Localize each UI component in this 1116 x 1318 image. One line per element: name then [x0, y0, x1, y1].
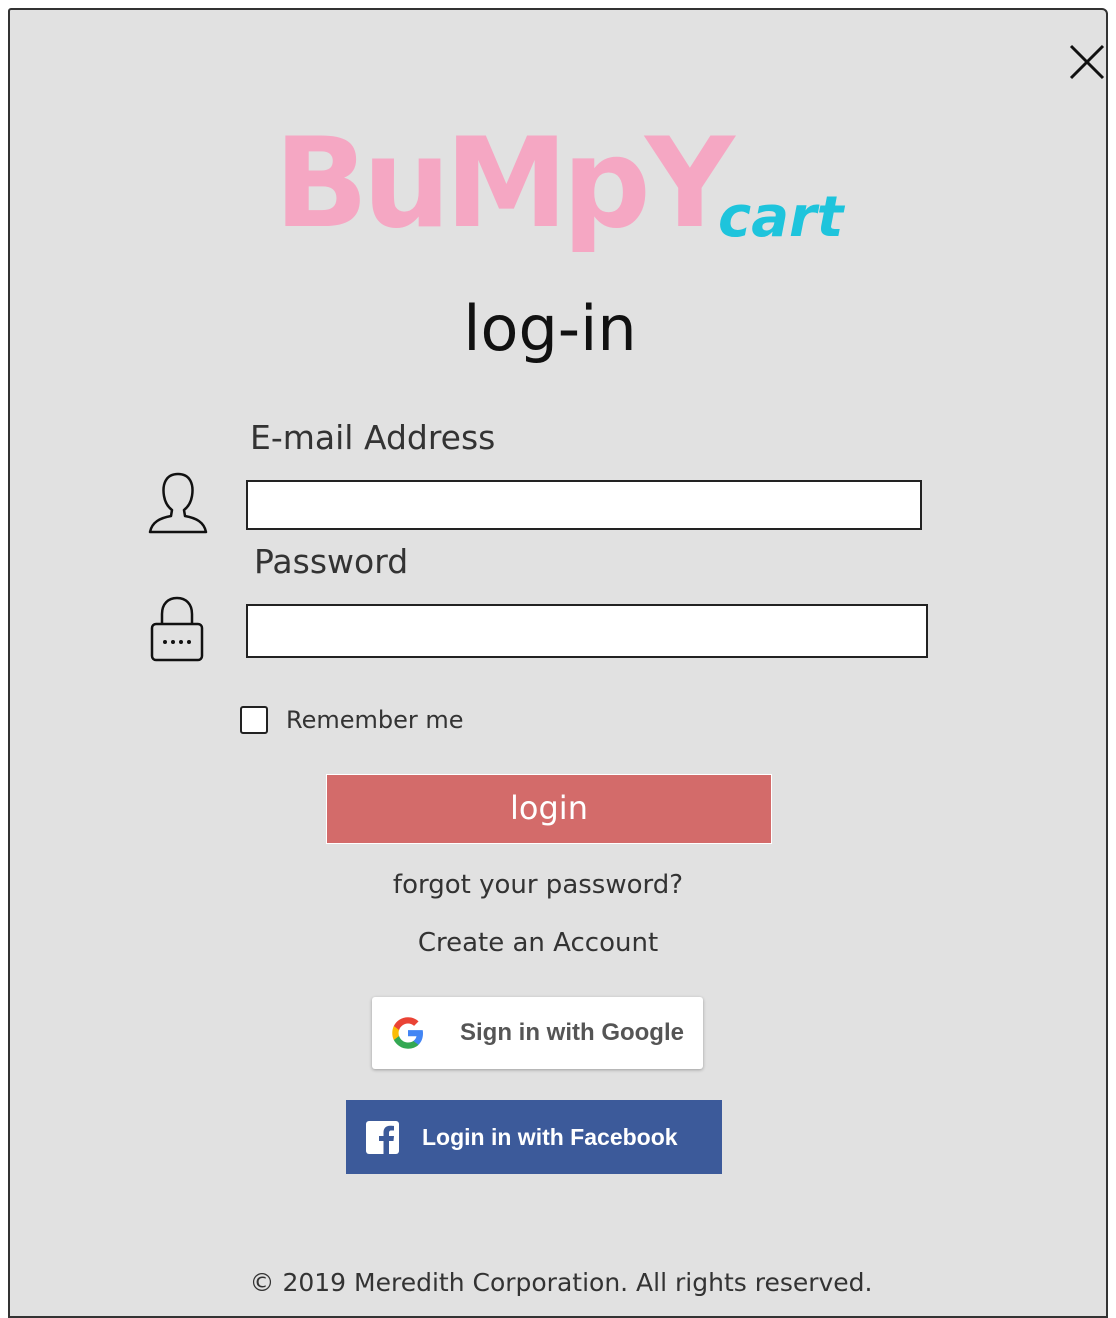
forgot-password-link[interactable]: forgot your password? [10, 870, 1066, 900]
logo-sub-text: cart [718, 185, 844, 250]
page-title: log-in [463, 292, 637, 365]
password-field[interactable] [246, 604, 928, 658]
remember-me[interactable]: Remember me [240, 706, 464, 734]
facebook-button-label: Login in with Facebook [422, 1123, 678, 1150]
remember-label: Remember me [286, 706, 464, 734]
login-dialog: BuMpY cart log-in E-mail Address Passwor… [8, 8, 1108, 1318]
remember-checkbox[interactable] [240, 706, 268, 734]
google-signin-button[interactable]: Sign in with Google [372, 997, 703, 1069]
facebook-icon [366, 1120, 399, 1154]
google-button-label: Sign in with Google [460, 1019, 684, 1046]
create-account-link[interactable]: Create an Account [10, 928, 1066, 958]
lock-icon [150, 596, 204, 662]
email-label: E-mail Address [250, 418, 496, 457]
close-icon[interactable] [1068, 43, 1106, 81]
footer-copyright: © 2019 Meredith Corporation. All rights … [249, 1268, 873, 1297]
facebook-login-button[interactable]: Login in with Facebook [346, 1100, 722, 1174]
user-icon [148, 472, 208, 534]
logo-main-text: BuMpY [274, 112, 735, 256]
google-icon [392, 1017, 423, 1049]
login-button[interactable]: login [326, 774, 772, 844]
logo: BuMpY cart [274, 122, 874, 282]
password-label: Password [254, 542, 409, 581]
email-field[interactable] [246, 480, 922, 530]
